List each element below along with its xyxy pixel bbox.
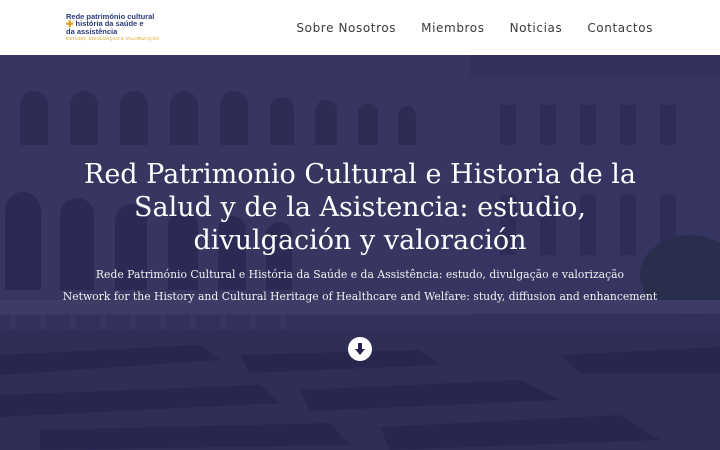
nav-link-noticias[interactable]: Noticias <box>510 21 563 35</box>
main-nav: Sobre Nosotros Miembros Noticias Contact… <box>296 21 653 35</box>
nav-link-contactos[interactable]: Contactos <box>587 21 653 35</box>
hero-subtitle-portuguese: Rede Património Cultural e História da S… <box>95 268 625 281</box>
hero-section: Red Patrimonio Cultural e Historia de la… <box>0 55 720 450</box>
scroll-down-button[interactable] <box>348 337 372 361</box>
hero-subtitle-english: Network for the History and Cultural Her… <box>62 290 658 303</box>
nav-link-sobre-nosotros[interactable]: Sobre Nosotros <box>296 21 396 35</box>
nav-link-miembros[interactable]: Miembros <box>421 21 484 35</box>
logo-line-3: da assistência <box>66 26 118 36</box>
arrow-down-circle-icon <box>355 343 365 355</box>
hero-title: Red Patrimonio Cultural e Historia de la… <box>84 159 636 256</box>
logo-tagline: ESTUDO, DIVULGAÇÃO E VALORIZAÇÃO <box>66 36 159 42</box>
site-logo[interactable]: Rede património cultural ✚ história da s… <box>66 13 159 42</box>
hero-content: Red Patrimonio Cultural e Historia de la… <box>0 55 720 450</box>
top-navbar: Rede património cultural ✚ história da s… <box>0 0 720 55</box>
